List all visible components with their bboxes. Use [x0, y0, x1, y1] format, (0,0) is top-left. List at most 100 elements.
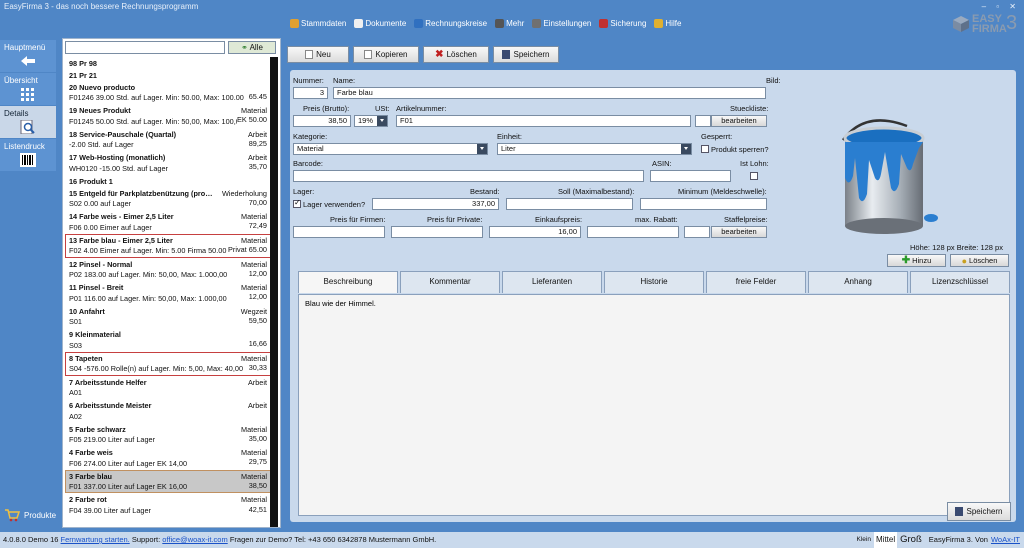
- list-item[interactable]: 20 Nuevo producto F01246 39.00 Std. auf L…: [65, 81, 271, 105]
- name-field[interactable]: Farbe blau: [333, 87, 766, 99]
- tab-lizenzschlüssel[interactable]: Lizenzschlüssel: [910, 271, 1010, 293]
- grid-icon: [21, 88, 34, 101]
- copy-button[interactable]: Kopieren: [353, 46, 419, 63]
- produkte-module[interactable]: Produkte: [4, 508, 56, 522]
- toolbar-hilfe[interactable]: Hilfe: [654, 18, 681, 28]
- item-price: 72,49: [248, 221, 267, 232]
- barcode-field[interactable]: [293, 170, 644, 182]
- stueckliste-bearbeiten-button[interactable]: bearbeiten: [711, 115, 767, 127]
- tab-lieferanten[interactable]: Lieferanten: [502, 271, 602, 293]
- list-item[interactable]: 9 Kleinmaterial S03 16,66: [65, 328, 271, 352]
- hilfe-icon: [654, 18, 664, 28]
- toolbar-rechnungskreise[interactable]: Rechnungskreise: [414, 18, 487, 28]
- toolbar-einstellungen[interactable]: Einstellungen: [532, 18, 591, 28]
- ust-select[interactable]: 19%: [354, 115, 388, 127]
- max-rabatt-field[interactable]: [587, 226, 679, 238]
- toolbar-dokumente[interactable]: Dokumente: [354, 18, 406, 28]
- asin-field[interactable]: [650, 170, 731, 182]
- list-item[interactable]: 19 Neues Produkt Material F01245 50.00 Std…: [65, 104, 271, 128]
- new-button[interactable]: Neu: [287, 46, 349, 63]
- list-item[interactable]: 2 Farbe rot Material F04 39.00 Liter auf L…: [65, 493, 271, 517]
- logo-number: 3: [1006, 12, 1018, 34]
- ist-lohn-checkbox[interactable]: [750, 172, 758, 180]
- fernwartung-link[interactable]: Fernwartung starten.: [61, 535, 130, 544]
- tab-historie[interactable]: Historie: [604, 271, 704, 293]
- tab-freie-felder[interactable]: freie Felder: [706, 271, 806, 293]
- list-item[interactable]: 5 Farbe schwarz Material F05 219.00 Liter …: [65, 423, 271, 447]
- nav-hauptmenu[interactable]: Hauptmenü: [0, 40, 56, 72]
- toolbar-stammdaten[interactable]: Stammdaten: [290, 18, 346, 28]
- list-item[interactable]: 12 Pinsel - Normal Material P02 183.00 auf…: [65, 258, 271, 282]
- list-scrollbar[interactable]: [270, 57, 278, 527]
- image-loeschen-button[interactable]: ● Löschen: [950, 254, 1009, 267]
- toolbar-mehr[interactable]: Mehr: [495, 18, 525, 28]
- preis-private-field[interactable]: [391, 226, 483, 238]
- nav-listendruck[interactable]: Listendruck: [0, 139, 56, 171]
- item-type: Arbeit: [247, 401, 267, 411]
- delete-button[interactable]: ✖ Löschen: [423, 46, 489, 63]
- list-item[interactable]: 18 Service-Pauschale (Quartal) Arbeit -2.0…: [65, 128, 271, 152]
- item-price: 38,50: [248, 480, 267, 492]
- soll-field[interactable]: [506, 198, 633, 210]
- list-item[interactable]: 13 Farbe blau - Eimer 2,5 Liter Material F…: [65, 233, 271, 258]
- nav-details[interactable]: Details: [0, 106, 56, 138]
- tab-beschreibung[interactable]: Beschreibung: [298, 271, 398, 293]
- label-ust: USt:: [375, 104, 390, 113]
- woax-link[interactable]: WoAx-IT: [991, 532, 1020, 548]
- size-gross[interactable]: Groß: [900, 532, 922, 548]
- list-item[interactable]: 15 Entgeld für Parkplatzbenützung (pro… W…: [65, 187, 271, 211]
- list-item[interactable]: 8 Tapeten Material S04 -576.00 Rolle(n) au…: [65, 351, 271, 376]
- staffelpreise-bearbeiten-button[interactable]: bearbeiten: [711, 226, 767, 238]
- minimum-field[interactable]: [640, 198, 767, 210]
- list-item[interactable]: 11 Pinsel - Breit Material P01 116.00 auf …: [65, 281, 271, 305]
- size-klein[interactable]: Klein: [857, 532, 871, 548]
- toolbar-label: Mehr: [506, 18, 525, 28]
- sicherung-icon: [599, 18, 609, 28]
- tab-kommentar[interactable]: Kommentar: [400, 271, 500, 293]
- support-email-link[interactable]: office@woax-it.com: [162, 535, 227, 544]
- list-item[interactable]: 21 Pr 21: [65, 69, 271, 81]
- item-name: 5 Farbe schwarz: [69, 424, 126, 434]
- item-desc: A02: [69, 411, 82, 421]
- search-row: ⚭ Alle: [65, 41, 278, 55]
- save-button[interactable]: Speichern: [493, 46, 559, 63]
- nummer-field[interactable]: 3: [293, 87, 328, 99]
- list-item[interactable]: 4 Farbe weis Material F06 274.00 Liter auf…: [65, 446, 271, 470]
- hinzu-button[interactable]: ✚ Hinzu: [887, 254, 946, 267]
- list-item[interactable]: 10 Anfahrt Wegzeit S01 59,50: [65, 305, 271, 329]
- bottom-save-button[interactable]: Speichern: [947, 502, 1011, 521]
- toolbar-sicherung[interactable]: Sicherung: [599, 18, 646, 28]
- list-item[interactable]: 16 Produkt 1: [65, 175, 271, 187]
- list-item[interactable]: 14 Farbe weis - Eimer 2,5 Liter Material F…: [65, 210, 271, 234]
- item-price: 12,00: [248, 268, 267, 280]
- produkt-sperren-checkbox[interactable]: [701, 145, 709, 153]
- item-name: 12 Pinsel - Normal: [69, 259, 133, 269]
- item-name: 3 Farbe blau: [69, 471, 112, 481]
- list-item[interactable]: 7 Arbeitsstunde Helfer Arbeit A01: [65, 376, 271, 400]
- window-title: EasyFirma 3 - das noch bessere Rechnungs…: [4, 2, 199, 11]
- einkaufspreis-field[interactable]: 16,00: [489, 226, 581, 238]
- artikelnummer-field[interactable]: F01: [396, 115, 691, 127]
- alle-button[interactable]: ⚭ Alle: [228, 41, 276, 54]
- search-input[interactable]: [65, 41, 225, 54]
- bestand-field[interactable]: 337,00: [372, 198, 499, 210]
- list-item[interactable]: 6 Arbeitsstunde Meister Arbeit A02: [65, 399, 271, 423]
- beschreibung-textarea[interactable]: Blau wie der Himmel.: [299, 295, 1009, 515]
- list-item[interactable]: 98 Pr 98: [65, 57, 271, 69]
- stueckliste-field[interactable]: [695, 115, 711, 127]
- new-doc-icon: [305, 50, 314, 59]
- label-einkaufspreis: Einkaufspreis:: [535, 215, 583, 224]
- lager-verwenden-checkbox[interactable]: ✓: [293, 198, 301, 208]
- size-mittel[interactable]: Mittel: [874, 532, 898, 548]
- tab-anhang[interactable]: Anhang: [808, 271, 908, 293]
- item-desc: WH0120 -15.00 Std. auf Lager: [69, 163, 168, 173]
- preis-firmen-field[interactable]: [293, 226, 385, 238]
- staffelpreise-field[interactable]: [684, 226, 710, 238]
- kategorie-select[interactable]: Material: [293, 143, 488, 155]
- nav-uebersicht[interactable]: Übersicht: [0, 73, 56, 105]
- list-item[interactable]: 17 Web-Hosting (monatlich) Arbeit WH0120 -…: [65, 151, 271, 175]
- preis-field[interactable]: 38,50: [293, 115, 351, 127]
- list-item[interactable]: 3 Farbe blau Material F01 337.00 Liter auf…: [65, 469, 271, 494]
- product-list: 98 Pr 98 21 Pr 21 20 Nuevo producto F01246 …: [65, 57, 271, 527]
- einheit-select[interactable]: Liter: [497, 143, 692, 155]
